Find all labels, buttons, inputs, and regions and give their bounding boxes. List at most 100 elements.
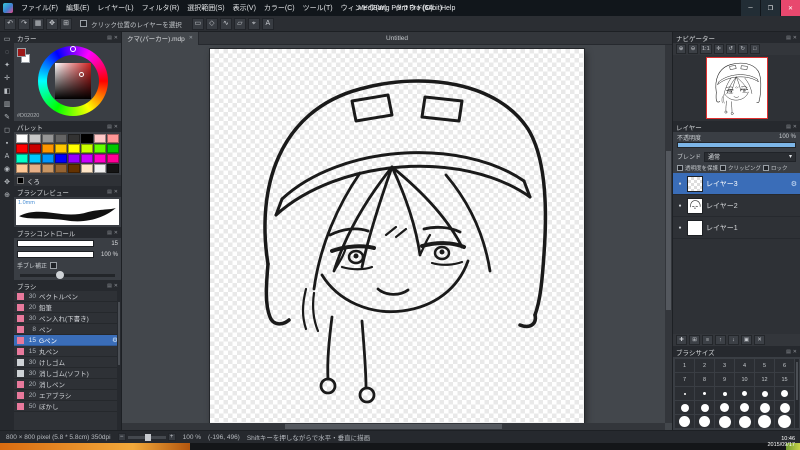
canvas-vertical-scrollbar[interactable]	[665, 45, 672, 423]
nav-reset-icon[interactable]: □	[749, 44, 760, 54]
zoom-in-icon[interactable]: +	[167, 433, 176, 441]
palette-swatch[interactable]	[55, 144, 67, 153]
menu-select[interactable]: 選択範囲(S)	[183, 3, 228, 13]
brush-size-preset[interactable]: 7	[675, 373, 694, 386]
brush-item[interactable]: 15 丸ペン	[14, 346, 121, 357]
palette-swatch[interactable]	[16, 164, 28, 173]
panel-close-icon[interactable]: ✕	[114, 35, 118, 41]
undo-icon[interactable]: ↶	[4, 17, 16, 30]
brush-size-preset[interactable]: 15	[775, 373, 794, 386]
palette-swatch[interactable]	[29, 154, 41, 163]
brush-size-preset[interactable]	[735, 415, 754, 428]
brush-size-preset[interactable]: 2	[695, 359, 714, 372]
brush-size-preset[interactable]	[695, 387, 714, 400]
brush-item[interactable]: 30 ベクトルペン	[14, 291, 121, 302]
brush-size-preset[interactable]	[675, 387, 694, 400]
palette-swatch[interactable]	[16, 144, 28, 153]
redo-icon[interactable]: ↷	[18, 17, 30, 30]
menu-color[interactable]: カラー(C)	[260, 3, 299, 13]
palette-swatch[interactable]	[94, 164, 106, 173]
brush-size-preset[interactable]: 4	[735, 359, 754, 372]
palette-swatch[interactable]	[29, 144, 41, 153]
layer-visibility-icon[interactable]: ●	[676, 181, 684, 187]
move-mode-icon[interactable]: ✥	[46, 17, 58, 30]
brush-size-preset[interactable]: 8	[695, 373, 714, 386]
document-tab[interactable]: クマ(パーカー).mdp ✕	[122, 31, 199, 45]
move-tool-icon[interactable]: ✛	[1, 73, 13, 85]
close-button[interactable]: ✕	[781, 0, 800, 16]
zoom-out-icon[interactable]: −	[117, 433, 126, 441]
layer-folder-icon[interactable]: ▣	[741, 335, 752, 345]
snap-vanish-icon[interactable]: ▱	[233, 17, 246, 30]
fill-tool-icon[interactable]: ◧	[1, 86, 13, 98]
palette-swatch[interactable]	[29, 134, 41, 143]
text-tool-icon[interactable]: A	[1, 151, 13, 163]
brush-size-preset[interactable]	[675, 401, 694, 414]
brush-item[interactable]: 20 エアブラシ	[14, 390, 121, 401]
brush-size-preset[interactable]	[775, 401, 794, 414]
navigator-thumbnail[interactable]	[705, 57, 768, 119]
hue-wheel[interactable]	[38, 46, 108, 116]
hue-selector-dot[interactable]	[70, 46, 76, 52]
stabilizer-slider[interactable]	[20, 270, 115, 279]
snap-parallel-icon[interactable]: ◇	[205, 17, 218, 30]
lasso-tool-icon[interactable]: ◌	[1, 47, 13, 59]
brush-item[interactable]: 20 消しペン	[14, 379, 121, 390]
snap-radial-icon[interactable]: ⌖	[247, 17, 260, 30]
brush-size-preset[interactable]	[675, 415, 694, 428]
stabilizer-checkbox[interactable]	[50, 261, 58, 269]
panel-close-icon[interactable]: ✕	[793, 35, 797, 41]
nav-fit-icon[interactable]: ✛	[713, 44, 724, 54]
menu-layer[interactable]: レイヤー(L)	[93, 3, 137, 13]
foreground-color-swatch[interactable]	[17, 48, 26, 57]
drawing-canvas[interactable]	[210, 49, 584, 423]
brush-size-preset[interactable]: 12	[755, 373, 774, 386]
minimize-button[interactable]: ─	[741, 0, 760, 16]
palette-swatch[interactable]	[68, 144, 80, 153]
brush-size-preset[interactable]	[755, 415, 774, 428]
magic-wand-tool-icon[interactable]: ✦	[1, 60, 13, 72]
blend-mode-select[interactable]: 通常 ▾	[704, 151, 796, 162]
panel-menu-icon[interactable]: ▤	[107, 189, 112, 195]
palette-swatch[interactable]	[16, 134, 28, 143]
nav-rotate-left-icon[interactable]: ↺	[725, 44, 736, 54]
layer-settings-gear-icon[interactable]: ⚙	[791, 180, 797, 188]
layer-visibility-icon[interactable]: ●	[676, 225, 684, 231]
eyedropper-tool-icon[interactable]: ◉	[1, 164, 13, 176]
brush-item-selected[interactable]: 15 Gペン ⚙	[14, 335, 121, 346]
brush-size-preset[interactable]: 1	[675, 359, 694, 372]
menu-tool[interactable]: ツール(T)	[299, 3, 337, 13]
select-layer-checkbox[interactable]	[80, 20, 87, 27]
menu-cloud[interactable]: クラウド(O)	[391, 3, 437, 13]
brush-size-preset[interactable]	[775, 387, 794, 400]
palette-swatch[interactable]	[55, 164, 67, 173]
clipping-checkbox[interactable]	[720, 165, 727, 171]
panel-close-icon[interactable]: ✕	[793, 349, 797, 355]
brush-size-preset[interactable]: 3	[715, 359, 734, 372]
saturation-value-box[interactable]	[55, 63, 91, 99]
snap-toggle-icon[interactable]: ⊞	[60, 17, 72, 30]
palette-swatch[interactable]	[81, 154, 93, 163]
zoom-slider[interactable]	[127, 433, 166, 441]
brush-item[interactable]: 50 ぼかし	[14, 401, 121, 412]
palette-swatch[interactable]	[68, 134, 80, 143]
layer-visibility-icon[interactable]: ●	[676, 203, 684, 209]
menu-help[interactable]: Help	[437, 5, 459, 12]
palette-swatch[interactable]	[81, 164, 93, 173]
panel-menu-icon[interactable]: ▤	[786, 35, 791, 41]
palette-swatch[interactable]	[94, 154, 106, 163]
panel-close-icon[interactable]: ✕	[114, 189, 118, 195]
stabilizer-slider-knob[interactable]	[56, 270, 65, 279]
menu-window[interactable]: ウィンドウ(W)	[337, 3, 391, 13]
dot-tool-icon[interactable]: ▪	[1, 138, 13, 150]
palette-swatch[interactable]	[68, 154, 80, 163]
maximize-button[interactable]: ❐	[761, 0, 780, 16]
layer-row[interactable]: ● レイヤー1	[673, 217, 800, 239]
menu-file[interactable]: ファイル(F)	[17, 3, 62, 13]
brush-size-preset[interactable]	[715, 415, 734, 428]
panel-menu-icon[interactable]: ▤	[107, 35, 112, 41]
delete-layer-icon[interactable]: ✕	[754, 335, 765, 345]
eraser-tool-icon[interactable]: ◻	[1, 125, 13, 137]
brush-size-preset[interactable]: 10	[735, 373, 754, 386]
brush-item[interactable]: 30 けしゴム	[14, 357, 121, 368]
